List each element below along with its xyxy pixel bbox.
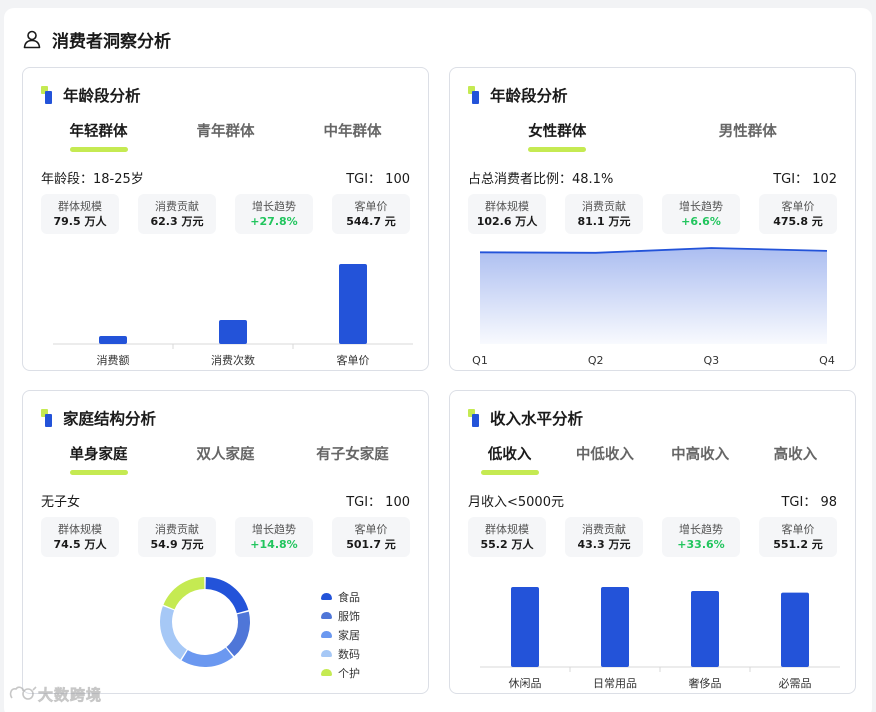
x-tick-label: 日常用品 (593, 677, 637, 690)
bar (339, 264, 367, 344)
income-level-card: 收入水平分析 低收入 中低收入 中高收入 高收入 月收入<5000元 TGI： … (449, 390, 856, 694)
bar (99, 336, 127, 344)
legend-label: 个护 (338, 666, 360, 680)
legend-label: 服饰 (338, 609, 360, 623)
bar (601, 587, 629, 667)
x-tick-label: 休闲品 (509, 676, 542, 690)
legend-item[interactable]: 家居 (321, 625, 360, 644)
donut-legend: 食品服饰家居数码个护 (321, 587, 360, 682)
bar (219, 320, 247, 344)
legend-item[interactable]: 服饰 (321, 606, 360, 625)
watermark-text: 大数跨境 (38, 685, 103, 704)
donut-slice (160, 606, 187, 660)
legend-item[interactable]: 个护 (321, 663, 360, 682)
x-tick-label: 客单价 (337, 353, 370, 367)
x-tick-label: 消费额 (97, 353, 130, 367)
x-tick-label: Q4 (819, 354, 835, 367)
legend-item[interactable]: 数码 (321, 644, 360, 663)
x-tick-label: Q1 (472, 354, 488, 367)
donut-slice (163, 577, 205, 610)
user-icon (23, 30, 41, 49)
gender-area-chart: Q1 Q2 Q3 Q4 (472, 247, 835, 367)
age-analysis-card: 年龄段分析 年轻群体 青年群体 中年群体 年龄段：18-25岁 TGI： 100… (22, 67, 429, 371)
area-fill (480, 248, 827, 344)
watermark: 大数跨境 (8, 684, 102, 704)
x-tick-label: 必需品 (779, 677, 812, 690)
gender-analysis-card: 年龄段分析 女性群体 男性群体 占总消费者比例：48.1% TGI： 102 群… (449, 67, 856, 371)
legend-label: 数码 (338, 647, 360, 661)
page-container: 消费者洞察分析 年龄段分析 年轻群体 青年群体 中年群体 年龄段：18-25岁 … (4, 8, 872, 712)
family-structure-card: 家庭结构分析 单身家庭 双人家庭 有子女家庭 无子女 TGI： 100 群体规模… (22, 390, 429, 694)
donut-slice (181, 647, 234, 667)
x-tick-label: 奢侈品 (689, 676, 722, 690)
legend-swatch (321, 593, 332, 600)
bar (781, 592, 809, 667)
page-title: 消费者洞察分析 (52, 31, 171, 52)
legend-swatch (321, 669, 332, 676)
page-header: 消费者洞察分析 (22, 26, 171, 52)
legend-label: 家居 (338, 628, 360, 642)
x-tick-label: Q2 (588, 354, 604, 367)
age-bar-chart: 消费额 消费次数 客单价 (53, 264, 413, 367)
family-donut-chart (160, 577, 250, 667)
legend-swatch (321, 612, 332, 619)
bar (511, 587, 539, 667)
legend-swatch (321, 631, 332, 638)
x-tick-label: 消费次数 (211, 353, 255, 367)
donut-slice (226, 611, 250, 657)
income-bar-chart: 休闲品 日常用品 奢侈品 必需品 (480, 587, 840, 690)
watermark-logo-icon (9, 686, 37, 700)
donut-slice (205, 577, 249, 614)
legend-swatch (321, 650, 332, 657)
bar (691, 591, 719, 667)
legend-label: 食品 (338, 590, 360, 604)
x-tick-label: Q3 (703, 354, 719, 367)
legend-item[interactable]: 食品 (321, 587, 360, 606)
